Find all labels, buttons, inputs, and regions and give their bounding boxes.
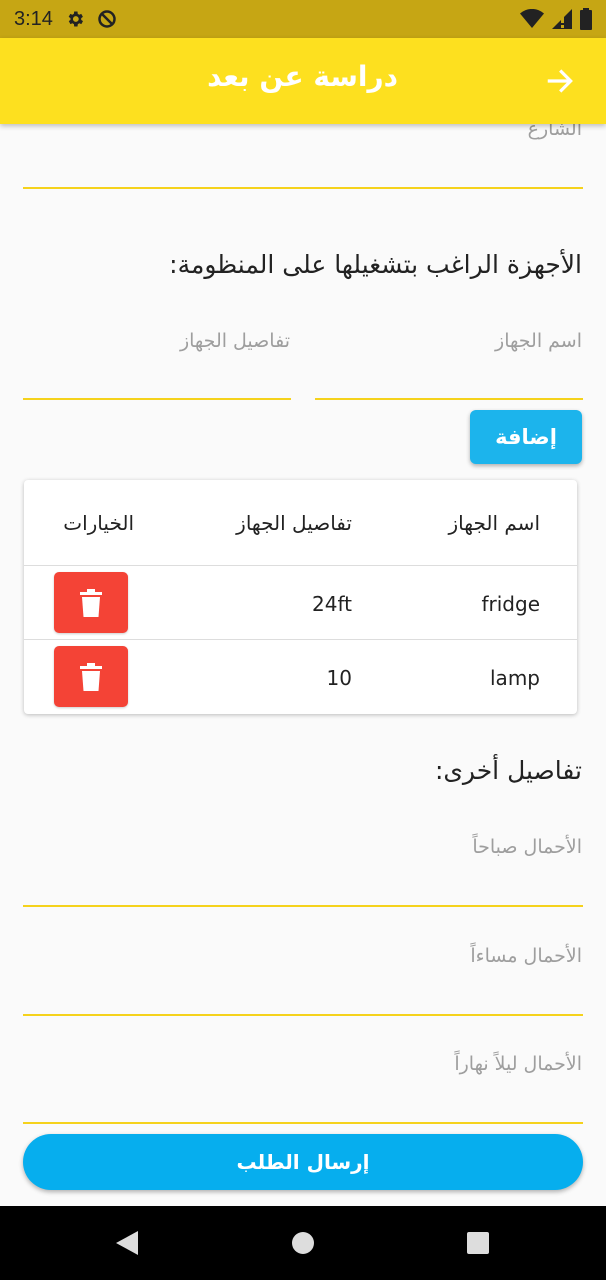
recents-square-icon[interactable] (465, 1229, 491, 1257)
evening-loads-underline (23, 1014, 583, 1016)
devices-heading: الأجهزة الراغب بتشغيلها على المنظومة: (169, 250, 582, 279)
table-header: اسم الجهاز تفاصيل الجهاز الخيارات (24, 480, 577, 566)
delete-icon (80, 662, 102, 691)
street-input[interactable]: الشارع (528, 124, 582, 140)
table-row: fridge 24ft (24, 566, 577, 640)
form-content: الشارع الأجهزة الراغب بتشغيلها على المنظ… (0, 124, 606, 1206)
submit-request-button[interactable]: إرسال الطلب (23, 1134, 583, 1190)
table-row: lamp 10 (24, 640, 577, 714)
cell-device-name: fridge (481, 592, 540, 616)
devices-table: اسم الجهاز تفاصيل الجهاز الخيارات fridge… (24, 480, 577, 714)
other-details-heading: تفاصيل أخرى: (434, 756, 582, 785)
cell-device-name: lamp (490, 666, 540, 690)
arrow-right-icon[interactable] (544, 65, 576, 97)
battery-icon (580, 8, 592, 30)
header-options: الخيارات (63, 511, 134, 535)
status-time: 3:14 (14, 7, 53, 30)
morning-loads-underline (23, 905, 583, 907)
do-not-disturb-icon (98, 10, 116, 28)
delete-button[interactable] (54, 646, 128, 707)
status-left: 3:14 (14, 8, 117, 31)
morning-loads-input[interactable]: الأحمال صباحاً (472, 836, 582, 858)
device-details-underline (23, 398, 291, 400)
wifi-icon (520, 9, 544, 28)
device-name-input[interactable]: اسم الجهاز (495, 330, 582, 352)
status-right (520, 8, 592, 30)
system-nav-bar (0, 1206, 606, 1280)
settings-icon (68, 11, 83, 27)
app-bar: دراسة عن بعد (0, 38, 606, 124)
status-bar: 3:14 (0, 0, 606, 38)
cell-device-details: 10 (326, 666, 352, 690)
add-device-button[interactable]: إضافة (470, 410, 582, 464)
home-circle-icon[interactable] (290, 1229, 316, 1257)
device-details-input[interactable]: تفاصيل الجهاز (180, 330, 290, 352)
device-name-underline (315, 398, 583, 400)
cell-device-details: 24ft (312, 592, 352, 616)
page-title: دراسة عن بعد (207, 60, 398, 93)
day-night-loads-input[interactable]: الأحمال ليلاً نهاراً (454, 1053, 582, 1075)
back-triangle-icon[interactable] (114, 1229, 140, 1257)
header-device-name: اسم الجهاز (448, 511, 540, 535)
day-night-loads-underline (23, 1122, 583, 1124)
evening-loads-input[interactable]: الأحمال مساءاً (470, 945, 582, 967)
header-device-details: تفاصيل الجهاز (236, 511, 352, 535)
signal-icon (552, 9, 572, 29)
delete-button[interactable] (54, 572, 128, 633)
delete-icon (80, 588, 102, 617)
street-underline (23, 187, 583, 189)
